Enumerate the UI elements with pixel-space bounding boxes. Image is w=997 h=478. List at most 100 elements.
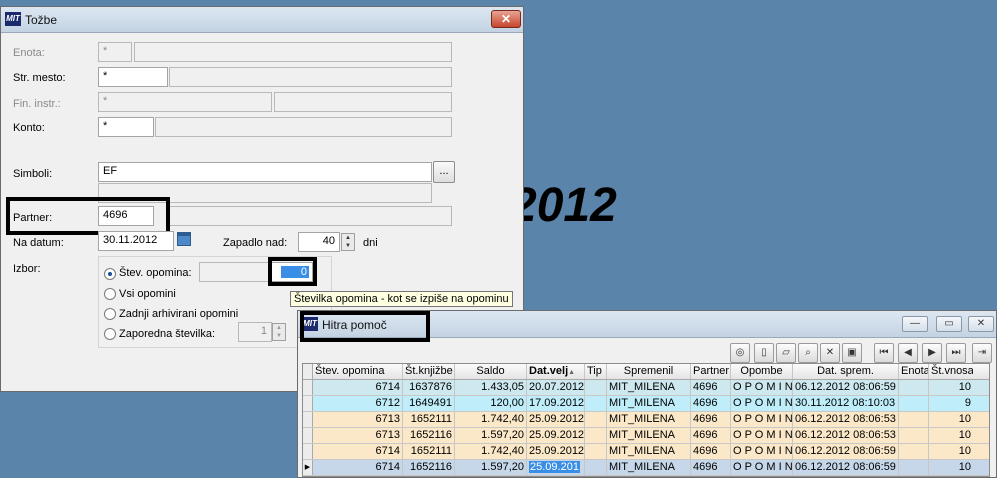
row-indicator[interactable]: ▶ <box>303 460 313 475</box>
table-cell[interactable]: 06.12.2012 08:06:53 <box>793 412 899 427</box>
table-row[interactable]: 6714 1652111 1.742,40 25.09.2012 MIT_MILENA 4… <box>303 444 989 460</box>
table-cell[interactable]: 10 <box>929 428 973 443</box>
table-cell[interactable]: 120,00 <box>455 396 527 411</box>
col-header[interactable]: Spremenil <box>607 364 691 379</box>
close-button[interactable]: ✕ <box>491 10 521 28</box>
table-cell[interactable]: O P O M I N <box>731 380 793 395</box>
table-cell[interactable]: 06.12.2012 08:06:59 <box>793 444 899 459</box>
row-indicator[interactable] <box>303 396 313 411</box>
table-cell[interactable]: 25.09.2012 <box>527 444 585 459</box>
simboli-browse-button[interactable]: ... <box>433 161 455 183</box>
table-cell[interactable] <box>585 412 607 427</box>
first-record-icon[interactable]: ⏮ <box>874 343 894 363</box>
table-cell[interactable]: 6713 <box>313 412 403 427</box>
table-cell[interactable]: O P O M I N <box>731 412 793 427</box>
search-icon[interactable]: ⌕ <box>798 343 818 363</box>
table-cell[interactable]: 06.12.2012 08:06:59 <box>793 460 899 475</box>
table-cell[interactable]: MIT_MILENA <box>607 412 691 427</box>
col-header[interactable]: Štev. opomina <box>313 364 403 379</box>
table-cell[interactable]: 10 <box>929 380 973 395</box>
table-cell[interactable]: 4696 <box>691 444 731 459</box>
table-cell[interactable]: 9 <box>929 396 973 411</box>
table-cell[interactable]: 6714 <box>313 460 403 475</box>
zadnji-arhivirani-radio[interactable] <box>104 308 116 320</box>
col-header[interactable]: Opombe <box>731 364 793 379</box>
table-cell[interactable]: 1.433,05 <box>455 380 527 395</box>
table-cell[interactable]: 17.09.2012 <box>527 396 585 411</box>
table-cell[interactable]: 4696 <box>691 460 731 475</box>
last-record-icon[interactable]: ⏭ <box>946 343 966 363</box>
table-cell[interactable]: 06.12.2012 08:06:59 <box>793 380 899 395</box>
table-cell[interactable]: 6714 <box>313 380 403 395</box>
new-icon[interactable]: ▯ <box>754 343 774 363</box>
table-cell[interactable] <box>899 460 929 475</box>
table-cell[interactable]: 25.09.2012 <box>527 412 585 427</box>
table-cell[interactable]: 10 <box>929 444 973 459</box>
table-cell[interactable]: 25.09.201 <box>527 460 585 475</box>
table-cell[interactable] <box>585 460 607 475</box>
table-cell[interactable]: MIT_MILENA <box>607 428 691 443</box>
calendar-icon[interactable] <box>177 232 191 246</box>
table-cell[interactable]: MIT_MILENA <box>607 444 691 459</box>
table-cell[interactable] <box>585 380 607 395</box>
row-indicator[interactable] <box>303 428 313 443</box>
zapadlo-nad-field[interactable]: 40 <box>298 232 340 252</box>
table-cell[interactable] <box>899 380 929 395</box>
table-cell[interactable] <box>899 396 929 411</box>
col-header[interactable]: Št.vnosa <box>929 364 973 379</box>
table-cell[interactable] <box>899 444 929 459</box>
table-cell[interactable] <box>585 444 607 459</box>
col-header[interactable]: Tip <box>585 364 607 379</box>
col-header[interactable]: Dat. sprem. <box>793 364 899 379</box>
maximize-button[interactable]: ▭ <box>936 316 962 332</box>
exit-icon[interactable]: ⇥ <box>972 343 992 363</box>
table-cell[interactable] <box>585 396 607 411</box>
table-cell[interactable]: MIT_MILENA <box>607 396 691 411</box>
open-icon[interactable]: ▱ <box>776 343 796 363</box>
table-cell[interactable]: 6712 <box>313 396 403 411</box>
table-cell[interactable]: 4696 <box>691 428 731 443</box>
col-header[interactable]: Enota <box>899 364 929 379</box>
prev-record-icon[interactable]: ◀ <box>898 343 918 363</box>
table-cell[interactable]: 1652116 <box>403 428 455 443</box>
table-cell[interactable] <box>899 428 929 443</box>
zaporedna-radio[interactable] <box>104 328 116 340</box>
konto-code-field[interactable]: * <box>98 117 154 137</box>
table-cell[interactable]: 6713 <box>313 428 403 443</box>
binoculars-icon[interactable]: ◎ <box>730 343 750 363</box>
table-cell[interactable]: 4696 <box>691 396 731 411</box>
table-cell[interactable]: O P O M I N <box>731 428 793 443</box>
table-cell[interactable]: 1649491 <box>403 396 455 411</box>
table-cell[interactable]: 1652111 <box>403 444 455 459</box>
table-cell[interactable]: 25.09.2012 <box>527 428 585 443</box>
row-indicator[interactable] <box>303 444 313 459</box>
delete-icon[interactable]: ✕ <box>820 343 840 363</box>
table-cell[interactable]: 1.597,20 <box>455 460 527 475</box>
minimize-button[interactable]: — <box>902 316 928 332</box>
table-row[interactable]: 6713 1652111 1.742,40 25.09.2012 MIT_MILENA 4… <box>303 412 989 428</box>
table-cell[interactable]: 1652111 <box>403 412 455 427</box>
table-cell[interactable] <box>899 412 929 427</box>
na-datum-field[interactable]: 30.11.2012 <box>98 231 174 251</box>
st-opomina-radio[interactable] <box>104 268 116 280</box>
table-row[interactable]: 6714 1637876 1.433,05 20.07.2012 MIT_MILENA 4… <box>303 380 989 396</box>
table-cell[interactable]: MIT_MILENA <box>607 460 691 475</box>
zapadlo-nad-spinner[interactable]: ▲ ▼ <box>341 233 355 251</box>
row-indicator[interactable] <box>303 412 313 427</box>
table-cell[interactable]: 1.742,40 <box>455 444 527 459</box>
vsi-opomini-radio[interactable] <box>104 288 116 300</box>
col-header[interactable]: Št.knjižbe <box>403 364 455 379</box>
str-mesto-code-field[interactable]: * <box>98 67 168 87</box>
table-row[interactable]: 6712 1649491 120,00 17.09.2012 MIT_MILENA 469… <box>303 396 989 412</box>
cancel-icon[interactable]: ▣ <box>842 343 862 363</box>
table-cell[interactable]: 10 <box>929 460 973 475</box>
table-cell[interactable] <box>585 428 607 443</box>
table-cell[interactable]: MIT_MILENA <box>607 380 691 395</box>
table-cell[interactable]: 1.742,40 <box>455 412 527 427</box>
col-header-sorted[interactable]: Dat.velj▲ <box>527 364 585 379</box>
table-cell[interactable]: O P O M I N <box>731 460 793 475</box>
table-cell[interactable]: 1652116 <box>403 460 455 475</box>
table-cell[interactable]: 30.11.2012 08:10:03 <box>793 396 899 411</box>
simboli-field[interactable]: EF <box>98 162 432 182</box>
active-cell-value[interactable]: 25.09.201 <box>529 461 580 473</box>
